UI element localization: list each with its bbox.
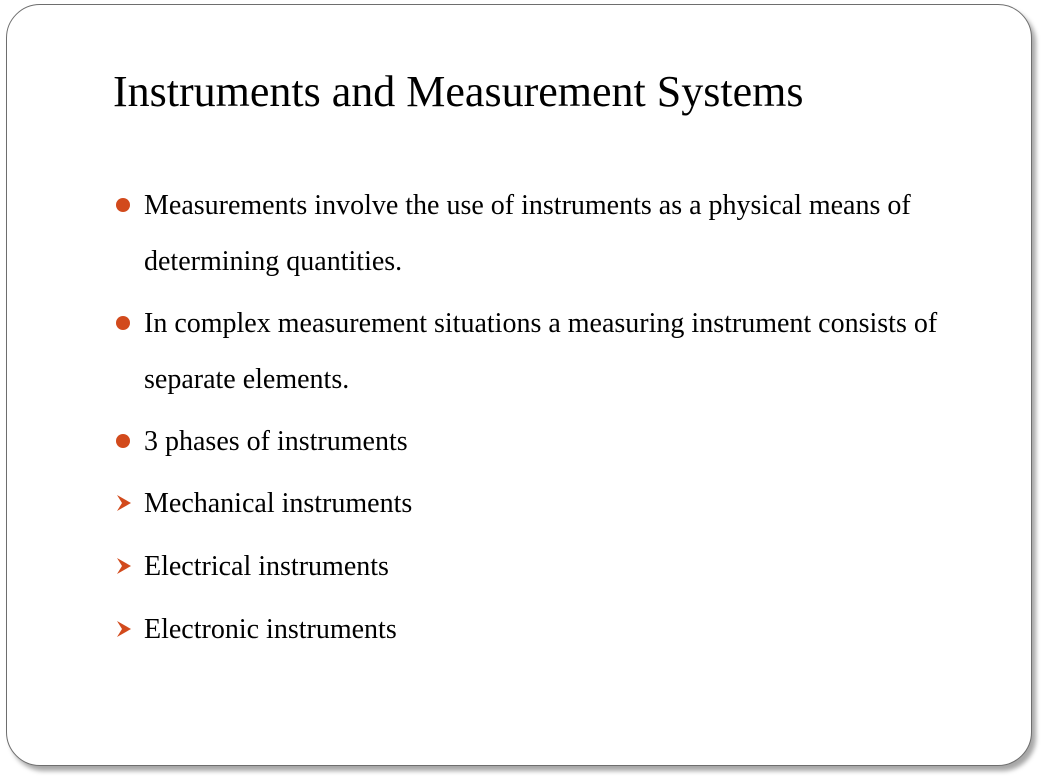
arrow-bullet-icon (117, 558, 131, 574)
bullet-dot-icon (116, 434, 130, 448)
bullet-text: 3 phases of instruments (144, 426, 408, 457)
bullet-item-phases: 3 phases of instruments (113, 414, 993, 470)
bullet-item-electronic: Electronic instruments (113, 602, 993, 658)
bullet-dot-icon (116, 198, 130, 212)
bullet-text: Electronic instruments (144, 614, 397, 645)
bullet-item-measurements: Measurements involve the use of instrume… (113, 178, 993, 290)
arrow-bullet-icon (117, 495, 131, 511)
bullet-item-electrical: Electrical instruments (113, 539, 993, 595)
arrow-bullet-icon (117, 621, 131, 637)
bullet-text: Measurements involve the use of instrume… (144, 190, 911, 277)
slide-title: Instruments and Measurement Systems (113, 67, 804, 116)
bullet-item-mechanical: Mechanical instruments (113, 476, 993, 532)
bullet-text: In complex measurement situations a meas… (144, 308, 938, 395)
bullet-text: Mechanical instruments (144, 488, 413, 519)
bullet-dot-icon (116, 316, 130, 330)
bullet-text: Electrical instruments (144, 551, 389, 582)
bullet-item-complex-situations: In complex measurement situations a meas… (113, 296, 993, 408)
